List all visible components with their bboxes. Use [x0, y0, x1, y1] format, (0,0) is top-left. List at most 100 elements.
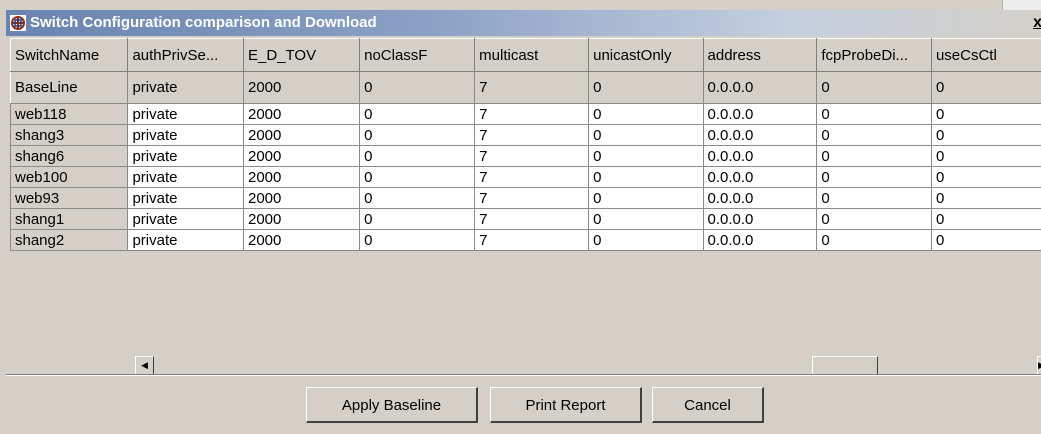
- table-cell[interactable]: 0: [588, 208, 704, 230]
- table-cell[interactable]: 0: [930, 145, 1041, 167]
- table-cell[interactable]: 0: [930, 208, 1041, 230]
- column-header[interactable]: fcpProbeDi...: [816, 38, 932, 72]
- cancel-button[interactable]: Cancel: [652, 387, 764, 423]
- table-cell[interactable]: 0: [816, 229, 932, 251]
- table-cell[interactable]: 0: [816, 166, 932, 188]
- switch-name-cell[interactable]: BaseLine: [10, 71, 129, 104]
- table-cell[interactable]: private: [127, 208, 244, 230]
- switch-name-cell[interactable]: shang1: [10, 208, 129, 230]
- table-cell[interactable]: 2000: [242, 187, 361, 209]
- table-cell[interactable]: 2000: [242, 71, 361, 104]
- table-row[interactable]: shang2 private 2000 0 7 0 0.0.0.0 0 0: [10, 229, 1041, 251]
- table-cell[interactable]: 0: [359, 145, 476, 167]
- table-cell[interactable]: 7: [474, 103, 590, 125]
- baseline-row[interactable]: BaseLine private 2000 0 7 0 0.0.0.0 0 0: [10, 71, 1041, 104]
- table-cell[interactable]: 0: [588, 166, 704, 188]
- table-cell[interactable]: 0.0.0.0: [702, 166, 818, 188]
- table-cell[interactable]: private: [127, 229, 244, 251]
- comparison-table-scrollpane[interactable]: SwitchName authPrivSe... E_D_TOV noClassF mu…: [10, 38, 1041, 358]
- table-cell[interactable]: 0: [816, 103, 932, 125]
- switch-name-cell[interactable]: web100: [10, 166, 129, 188]
- table-cell[interactable]: 7: [474, 229, 590, 251]
- table-cell[interactable]: 2000: [242, 229, 361, 251]
- table-cell[interactable]: 7: [474, 71, 590, 104]
- table-cell[interactable]: 2000: [242, 103, 361, 125]
- table-cell[interactable]: private: [127, 145, 244, 167]
- table-cell[interactable]: 2000: [242, 124, 361, 146]
- switch-name-cell[interactable]: shang2: [10, 229, 129, 251]
- table-cell[interactable]: 7: [474, 208, 590, 230]
- table-cell[interactable]: 0: [816, 187, 932, 209]
- apply-baseline-button[interactable]: Apply Baseline: [306, 387, 478, 423]
- column-header[interactable]: multicast: [474, 38, 590, 72]
- horizontal-scrollbar[interactable]: ◀ ▶: [135, 356, 1041, 376]
- table-cell[interactable]: 0: [359, 71, 476, 104]
- table-cell[interactable]: 0: [359, 187, 476, 209]
- column-header[interactable]: noClassF: [359, 38, 476, 72]
- table-cell[interactable]: private: [127, 103, 244, 125]
- table-row[interactable]: web93 private 2000 0 7 0 0.0.0.0 0 0: [10, 187, 1041, 209]
- table-cell[interactable]: 0: [588, 124, 704, 146]
- table-cell[interactable]: 7: [474, 187, 590, 209]
- scroll-right-icon[interactable]: ▶: [1037, 356, 1041, 374]
- table-cell[interactable]: 0: [359, 166, 476, 188]
- comparison-table: SwitchName authPrivSe... E_D_TOV noClassF mu…: [10, 38, 1041, 251]
- table-cell[interactable]: 2000: [242, 166, 361, 188]
- table-cell[interactable]: 0: [588, 145, 704, 167]
- table-cell[interactable]: 0: [816, 124, 932, 146]
- column-header[interactable]: unicastOnly: [588, 38, 704, 72]
- column-header[interactable]: useCsCtl: [930, 38, 1041, 72]
- table-cell[interactable]: 0.0.0.0: [702, 103, 818, 125]
- table-row[interactable]: shang1 private 2000 0 7 0 0.0.0.0 0 0: [10, 208, 1041, 230]
- table-cell[interactable]: 0: [930, 229, 1041, 251]
- table-cell[interactable]: 0: [359, 124, 476, 146]
- table-cell[interactable]: 0: [930, 103, 1041, 125]
- table-row[interactable]: web118 private 2000 0 7 0 0.0.0.0 0 0: [10, 103, 1041, 125]
- table-cell[interactable]: 0: [930, 187, 1041, 209]
- table-row[interactable]: web100 private 2000 0 7 0 0.0.0.0 0 0: [10, 166, 1041, 188]
- table-cell[interactable]: 0: [816, 145, 932, 167]
- title-bar[interactable]: Switch Configuration comparison and Down…: [6, 10, 1041, 36]
- table-cell[interactable]: 0.0.0.0: [702, 145, 818, 167]
- table-cell[interactable]: 0: [588, 187, 704, 209]
- table-cell[interactable]: 0.0.0.0: [702, 208, 818, 230]
- table-cell[interactable]: 2000: [242, 208, 361, 230]
- switch-name-cell[interactable]: shang6: [10, 145, 129, 167]
- table-cell[interactable]: 0.0.0.0: [702, 71, 818, 104]
- table-cell[interactable]: private: [127, 166, 244, 188]
- table-cell[interactable]: 0: [588, 229, 704, 251]
- table-cell[interactable]: private: [127, 187, 244, 209]
- scroll-thumb[interactable]: [812, 356, 878, 375]
- close-icon[interactable]: x: [1033, 15, 1041, 31]
- table-cell[interactable]: 0: [588, 71, 704, 104]
- column-header[interactable]: SwitchName: [10, 38, 129, 72]
- table-cell[interactable]: private: [127, 124, 244, 146]
- table-row[interactable]: shang3 private 2000 0 7 0 0.0.0.0 0 0: [10, 124, 1041, 146]
- switch-name-cell[interactable]: shang3: [10, 124, 129, 146]
- column-header[interactable]: E_D_TOV: [242, 38, 361, 72]
- table-cell[interactable]: 0: [930, 166, 1041, 188]
- print-report-button[interactable]: Print Report: [490, 387, 642, 423]
- table-cell[interactable]: 0: [816, 208, 932, 230]
- table-cell[interactable]: 0: [816, 71, 932, 104]
- table-cell[interactable]: 2000: [242, 145, 361, 167]
- table-row[interactable]: shang6 private 2000 0 7 0 0.0.0.0 0 0: [10, 145, 1041, 167]
- table-cell[interactable]: 0.0.0.0: [702, 187, 818, 209]
- table-cell[interactable]: 7: [474, 166, 590, 188]
- table-cell[interactable]: 0.0.0.0: [702, 229, 818, 251]
- switch-name-cell[interactable]: web118: [10, 103, 129, 125]
- table-cell[interactable]: 0: [359, 103, 476, 125]
- table-cell[interactable]: 0: [588, 103, 704, 125]
- table-cell[interactable]: 0.0.0.0: [702, 124, 818, 146]
- table-cell[interactable]: private: [127, 71, 244, 104]
- table-cell[interactable]: 0: [930, 71, 1041, 104]
- table-cell[interactable]: 7: [474, 124, 590, 146]
- table-cell[interactable]: 7: [474, 145, 590, 167]
- column-header[interactable]: address: [702, 38, 818, 72]
- table-cell[interactable]: 0: [359, 208, 476, 230]
- table-cell[interactable]: 0: [930, 124, 1041, 146]
- switch-name-cell[interactable]: web93: [10, 187, 129, 209]
- column-header[interactable]: authPrivSe...: [127, 38, 244, 72]
- scroll-left-icon[interactable]: ◀: [135, 356, 154, 375]
- table-cell[interactable]: 0: [359, 229, 476, 251]
